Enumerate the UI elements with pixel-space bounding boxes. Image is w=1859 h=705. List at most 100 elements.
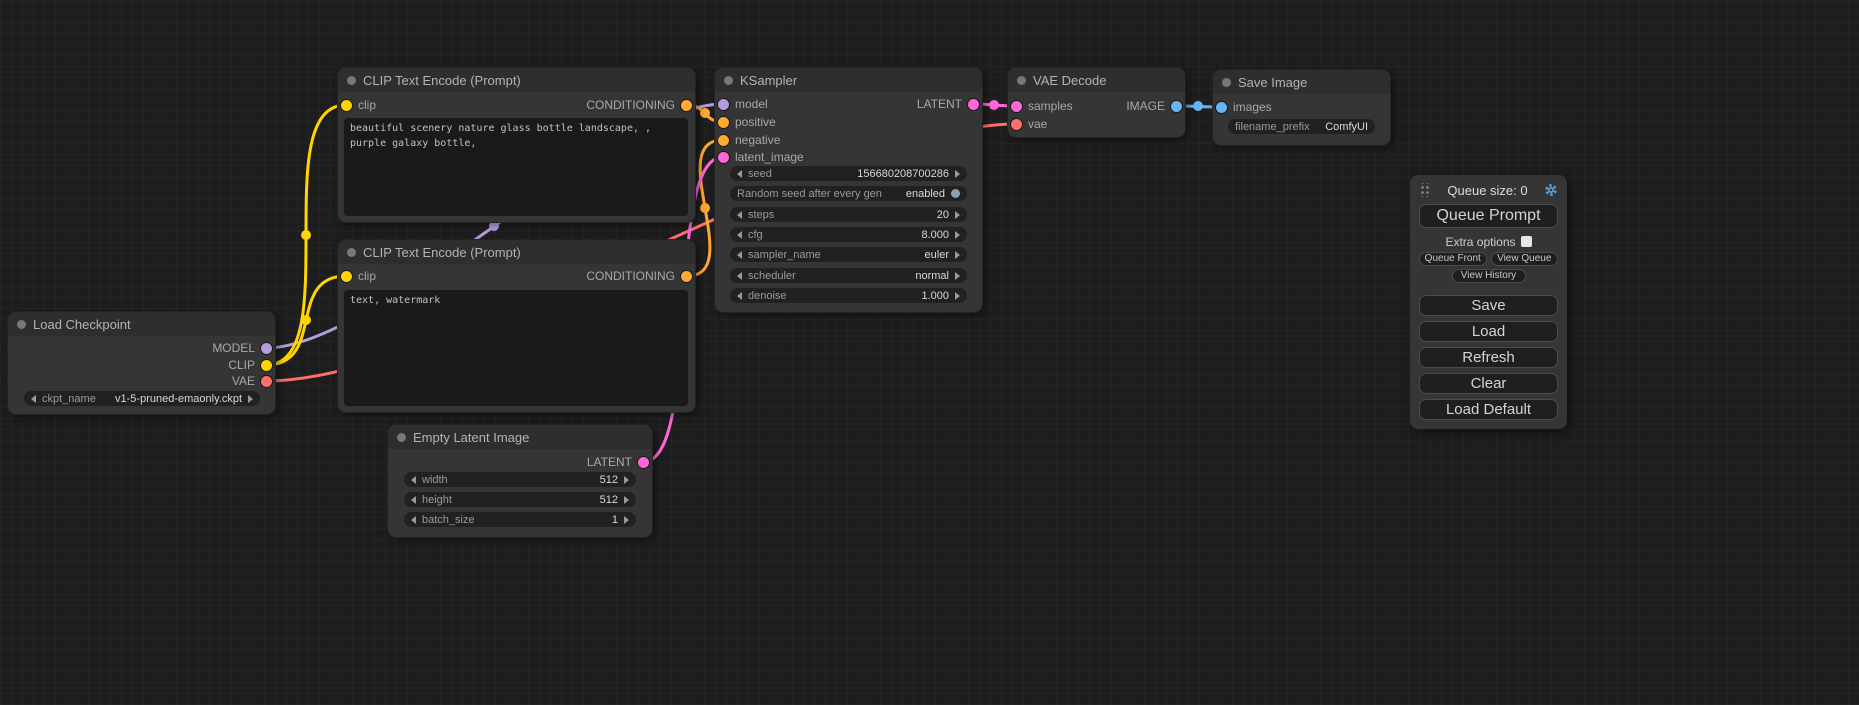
right-arrow-icon[interactable] xyxy=(624,516,629,524)
toggle-dot-icon[interactable] xyxy=(951,189,960,198)
right-arrow-icon[interactable] xyxy=(624,476,629,484)
collapse-dot-icon[interactable] xyxy=(1222,78,1231,87)
refresh-button[interactable]: Refresh xyxy=(1419,347,1558,368)
height-widget[interactable]: height 512 xyxy=(404,492,636,507)
extra-options-label: Extra options xyxy=(1445,235,1515,249)
latent-image-input-pin[interactable] xyxy=(718,152,729,163)
view-queue-button[interactable]: View Queue xyxy=(1491,252,1559,266)
node-title-bar[interactable]: Load Checkpoint xyxy=(8,312,275,336)
clip-output-pin[interactable] xyxy=(261,360,272,371)
conditioning-output-pin[interactable] xyxy=(681,271,692,282)
node-vae-decode[interactable]: VAE Decode samples vae IMAGE xyxy=(1008,68,1185,137)
collapse-dot-icon[interactable] xyxy=(397,433,406,442)
widget-value: 512 xyxy=(600,474,618,486)
load-button[interactable]: Load xyxy=(1419,321,1558,342)
left-arrow-icon[interactable] xyxy=(411,516,416,524)
positive-input-pin[interactable] xyxy=(718,117,729,128)
left-arrow-icon[interactable] xyxy=(737,211,742,219)
left-arrow-icon[interactable] xyxy=(737,251,742,259)
view-history-button[interactable]: View History xyxy=(1452,269,1526,283)
ckpt-name-widget[interactable]: ckpt_name v1-5-pruned-emaonly.ckpt xyxy=(24,391,260,406)
latent-output-pin[interactable] xyxy=(638,457,649,468)
right-arrow-icon[interactable] xyxy=(955,272,960,280)
node-title-bar[interactable]: CLIP Text Encode (Prompt) xyxy=(338,240,695,264)
output-label: LATENT xyxy=(587,455,632,469)
denoise-widget[interactable]: denoise 1.000 xyxy=(730,288,967,303)
node-title-bar[interactable]: VAE Decode xyxy=(1008,68,1185,92)
save-button[interactable]: Save xyxy=(1419,295,1558,316)
right-arrow-icon[interactable] xyxy=(955,251,960,259)
left-arrow-icon[interactable] xyxy=(737,292,742,300)
right-arrow-icon[interactable] xyxy=(248,395,253,403)
vae-output-pin[interactable] xyxy=(261,376,272,387)
left-arrow-icon[interactable] xyxy=(411,476,416,484)
widget-value: 156680208700286 xyxy=(857,168,949,180)
output-label: CONDITIONING xyxy=(586,98,675,112)
right-arrow-icon[interactable] xyxy=(624,496,629,504)
queue-front-button[interactable]: Queue Front xyxy=(1419,252,1487,266)
input-slot-model: model xyxy=(718,97,768,111)
seed-widget[interactable]: seed 156680208700286 xyxy=(730,166,967,181)
settings-gear-icon[interactable] xyxy=(1544,183,1558,197)
positive-prompt-textarea[interactable]: beautiful scenery nature glass bottle la… xyxy=(344,118,688,216)
cfg-widget[interactable]: cfg 8.000 xyxy=(730,227,967,242)
image-output-pin[interactable] xyxy=(1171,101,1182,112)
history-row: View History xyxy=(1419,269,1558,283)
load-default-button[interactable]: Load Default xyxy=(1419,399,1558,420)
sampler-name-widget[interactable]: sampler_name euler xyxy=(730,247,967,262)
negative-prompt-textarea[interactable]: text, watermark xyxy=(344,290,688,406)
queue-prompt-button[interactable]: Queue Prompt xyxy=(1419,204,1558,228)
output-label: CONDITIONING xyxy=(586,269,675,283)
clip-input-pin[interactable] xyxy=(341,100,352,111)
latent-output-pin[interactable] xyxy=(968,99,979,110)
node-save-image[interactable]: Save Image images filename_prefix ComfyU… xyxy=(1213,70,1390,145)
drag-handle-dots-icon[interactable] xyxy=(1419,183,1431,197)
node-clip-text-encode-negative[interactable]: CLIP Text Encode (Prompt) clip CONDITION… xyxy=(338,240,695,412)
images-input-pin[interactable] xyxy=(1216,102,1227,113)
collapse-dot-icon[interactable] xyxy=(347,248,356,257)
node-load-checkpoint[interactable]: Load Checkpoint MODEL CLIP VAE ckpt_name… xyxy=(8,312,275,414)
left-arrow-icon[interactable] xyxy=(31,395,36,403)
model-input-pin[interactable] xyxy=(718,99,729,110)
collapse-dot-icon[interactable] xyxy=(1017,76,1026,85)
random-seed-toggle-widget[interactable]: Random seed after every gen enabled xyxy=(730,186,967,201)
right-arrow-icon[interactable] xyxy=(955,292,960,300)
right-arrow-icon[interactable] xyxy=(955,231,960,239)
vae-input-pin[interactable] xyxy=(1011,119,1022,130)
widget-label: batch_size xyxy=(422,514,475,526)
filename-prefix-widget[interactable]: filename_prefix ComfyUI xyxy=(1228,119,1375,134)
right-arrow-icon[interactable] xyxy=(955,211,960,219)
node-title-bar[interactable]: KSampler xyxy=(715,68,982,92)
model-output-pin[interactable] xyxy=(261,343,272,354)
collapse-dot-icon[interactable] xyxy=(347,76,356,85)
steps-widget[interactable]: steps 20 xyxy=(730,207,967,222)
clip-input-pin[interactable] xyxy=(341,271,352,282)
node-graph-canvas[interactable]: Load Checkpoint MODEL CLIP VAE ckpt_name… xyxy=(0,0,1859,705)
output-slot-clip: CLIP xyxy=(228,358,272,372)
conditioning-output-pin[interactable] xyxy=(681,100,692,111)
left-arrow-icon[interactable] xyxy=(737,170,742,178)
negative-input-pin[interactable] xyxy=(718,135,729,146)
link-midpoint-dot xyxy=(700,203,710,213)
width-widget[interactable]: width 512 xyxy=(404,472,636,487)
node-title-bar[interactable]: Save Image xyxy=(1213,70,1390,94)
node-title-bar[interactable]: CLIP Text Encode (Prompt) xyxy=(338,68,695,92)
node-title-bar[interactable]: Empty Latent Image xyxy=(388,425,652,449)
left-arrow-icon[interactable] xyxy=(737,231,742,239)
extra-options-checkbox[interactable] xyxy=(1521,236,1532,247)
node-empty-latent-image[interactable]: Empty Latent Image LATENT width 512 heig… xyxy=(388,425,652,537)
collapse-dot-icon[interactable] xyxy=(17,320,26,329)
clear-button[interactable]: Clear xyxy=(1419,373,1558,394)
node-ksampler[interactable]: KSampler model positive negative latent_… xyxy=(715,68,982,312)
left-arrow-icon[interactable] xyxy=(737,272,742,280)
batch-size-widget[interactable]: batch_size 1 xyxy=(404,512,636,527)
node-title: CLIP Text Encode (Prompt) xyxy=(363,245,521,260)
node-clip-text-encode-positive[interactable]: CLIP Text Encode (Prompt) clip CONDITION… xyxy=(338,68,695,222)
samples-input-pin[interactable] xyxy=(1011,101,1022,112)
widget-label: height xyxy=(422,494,452,506)
right-arrow-icon[interactable] xyxy=(955,170,960,178)
scheduler-widget[interactable]: scheduler normal xyxy=(730,268,967,283)
left-arrow-icon[interactable] xyxy=(411,496,416,504)
widget-value: 1 xyxy=(612,514,618,526)
collapse-dot-icon[interactable] xyxy=(724,76,733,85)
